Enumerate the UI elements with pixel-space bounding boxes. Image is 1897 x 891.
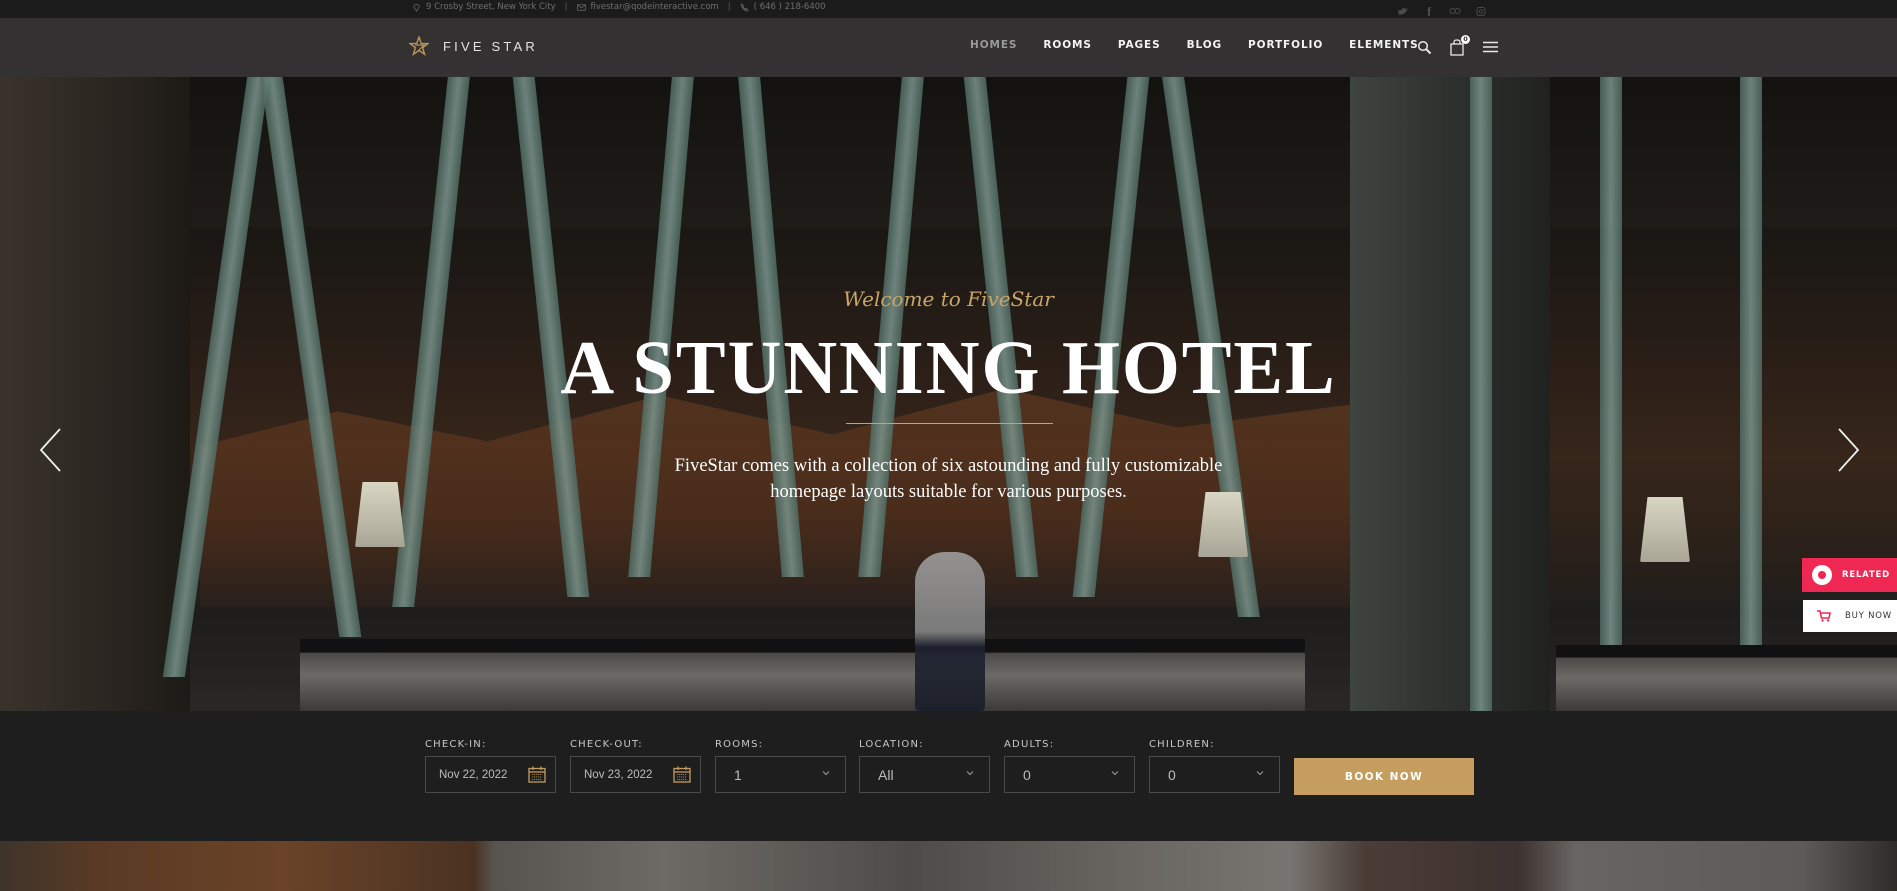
rooms-select[interactable]: 1: [715, 756, 846, 793]
separator: |: [564, 2, 568, 12]
main-nav: HOMES ROOMS PAGES BLOG PORTFOLIO ELEMENT…: [970, 39, 1445, 51]
chevron-down-icon: [1256, 771, 1264, 776]
hero-headline: A STUNNING HOTEL: [560, 326, 1337, 410]
cart-icon: [1817, 610, 1831, 622]
children-value: 0: [1168, 766, 1176, 783]
logo[interactable]: FIVE STAR: [409, 36, 538, 56]
menu-button[interactable]: [1482, 38, 1498, 56]
location-select[interactable]: All: [859, 756, 990, 793]
checkout-value: Nov 23, 2022: [584, 768, 653, 781]
search-button[interactable]: [1416, 38, 1432, 56]
hero-subtitle: FiveStar comes with a collection of six …: [0, 453, 1897, 505]
phone-text: ( 646 ) 218-6400: [753, 2, 826, 12]
rooms-field: ROOMS: 1: [715, 739, 846, 793]
top-info-bar: 9 Crosby Street, New York City | fivesta…: [0, 0, 1897, 18]
social-links: [1397, 0, 1487, 16]
cart-button[interactable]: 0: [1449, 35, 1470, 56]
header-icons: 0: [1416, 35, 1498, 56]
related-button[interactable]: RELATED: [1802, 558, 1897, 592]
hero-subtitle-line: homepage layouts suitable for various pu…: [770, 482, 1127, 502]
checkin-input[interactable]: Nov 22, 2022: [425, 756, 556, 793]
checkin-field: CHECK-IN: Nov 22, 2022: [425, 739, 556, 793]
checkout-field: CHECK-OUT: Nov 23, 2022: [570, 739, 701, 793]
book-now-button[interactable]: BOOK NOW: [1294, 758, 1474, 795]
logo-text: FIVE STAR: [443, 38, 539, 54]
location-pin-icon: [413, 3, 420, 12]
main-header: FIVE STAR HOMES ROOMS PAGES BLOG PORTFOL…: [0, 18, 1897, 77]
checkin-value: Nov 22, 2022: [439, 768, 508, 781]
related-icon: [1812, 565, 1832, 585]
chevron-right-icon: [1838, 428, 1860, 472]
calendar-icon[interactable]: [528, 766, 546, 783]
nav-item-portfolio[interactable]: PORTFOLIO: [1248, 39, 1323, 51]
nav-item-blog[interactable]: BLOG: [1187, 39, 1222, 51]
chevron-down-icon: [1111, 771, 1119, 776]
envelope-icon: [576, 3, 586, 11]
email-item[interactable]: fivestar@qodeinteractive.com: [576, 2, 719, 12]
address-item: 9 Crosby Street, New York City: [412, 2, 556, 12]
children-label: CHILDREN:: [1149, 739, 1215, 750]
phone-item[interactable]: ( 646 ) 218-6400: [740, 2, 826, 12]
next-section-image: [0, 841, 1897, 891]
cart-count-badge: 0: [1461, 35, 1470, 44]
checkout-input[interactable]: Nov 23, 2022: [570, 756, 701, 793]
hero-divider: [846, 423, 1053, 424]
children-select[interactable]: 0: [1149, 756, 1280, 793]
slider-next-button[interactable]: [1834, 427, 1864, 473]
booking-form: CHECK-IN: Nov 22, 2022 CHECK-OUT: Nov 23…: [0, 711, 1897, 841]
hero-welcome-text: Welcome to FiveStar: [843, 287, 1054, 311]
related-label: RELATED: [1842, 570, 1890, 580]
hero-slider: Welcome to FiveStar A STUNNING HOTEL Fiv…: [0, 77, 1897, 711]
location-label: LOCATION:: [859, 739, 924, 750]
phone-icon: [740, 2, 749, 11]
chevron-left-icon: [39, 428, 61, 472]
hamburger-menu-icon: [1482, 41, 1498, 53]
email-link[interactable]: fivestar@qodeinteractive.com: [591, 2, 719, 12]
adults-select[interactable]: 0: [1004, 756, 1135, 793]
search-icon: [1417, 40, 1431, 54]
star-logo-icon: [409, 36, 429, 56]
contact-info: 9 Crosby Street, New York City | fivesta…: [412, 0, 826, 14]
instagram-icon[interactable]: [1475, 1, 1487, 16]
slider-prev-button[interactable]: [38, 427, 68, 473]
address-text: 9 Crosby Street, New York City: [426, 2, 556, 12]
adults-field: ADULTS: 0: [1004, 739, 1135, 793]
separator: |: [727, 2, 731, 12]
rooms-value: 1: [734, 766, 742, 783]
nav-item-elements[interactable]: ELEMENTS: [1349, 39, 1418, 51]
tripadvisor-icon[interactable]: [1449, 1, 1461, 14]
chevron-down-icon: [966, 771, 974, 776]
rooms-label: ROOMS:: [715, 739, 764, 750]
chevron-down-icon: [822, 771, 830, 776]
adults-value: 0: [1023, 766, 1031, 783]
buy-now-label: BUY NOW: [1845, 611, 1893, 621]
calendar-icon[interactable]: [673, 766, 691, 783]
hero-content: Welcome to FiveStar A STUNNING HOTEL Fiv…: [0, 77, 1897, 711]
location-value: All: [878, 766, 894, 783]
buy-now-button[interactable]: BUY NOW: [1803, 600, 1897, 632]
checkin-label: CHECK-IN:: [425, 739, 487, 750]
nav-item-pages[interactable]: PAGES: [1118, 39, 1161, 51]
adults-label: ADULTS:: [1004, 739, 1055, 750]
nav-item-rooms[interactable]: ROOMS: [1043, 39, 1091, 51]
children-field: CHILDREN: 0: [1149, 739, 1280, 793]
hero-subtitle-line: FiveStar comes with a collection of six …: [674, 456, 1223, 476]
twitter-icon[interactable]: [1397, 1, 1409, 15]
nav-item-homes[interactable]: HOMES: [970, 39, 1017, 51]
facebook-icon[interactable]: [1423, 1, 1435, 16]
location-field: LOCATION: All: [859, 739, 990, 793]
checkout-label: CHECK-OUT:: [570, 739, 643, 750]
